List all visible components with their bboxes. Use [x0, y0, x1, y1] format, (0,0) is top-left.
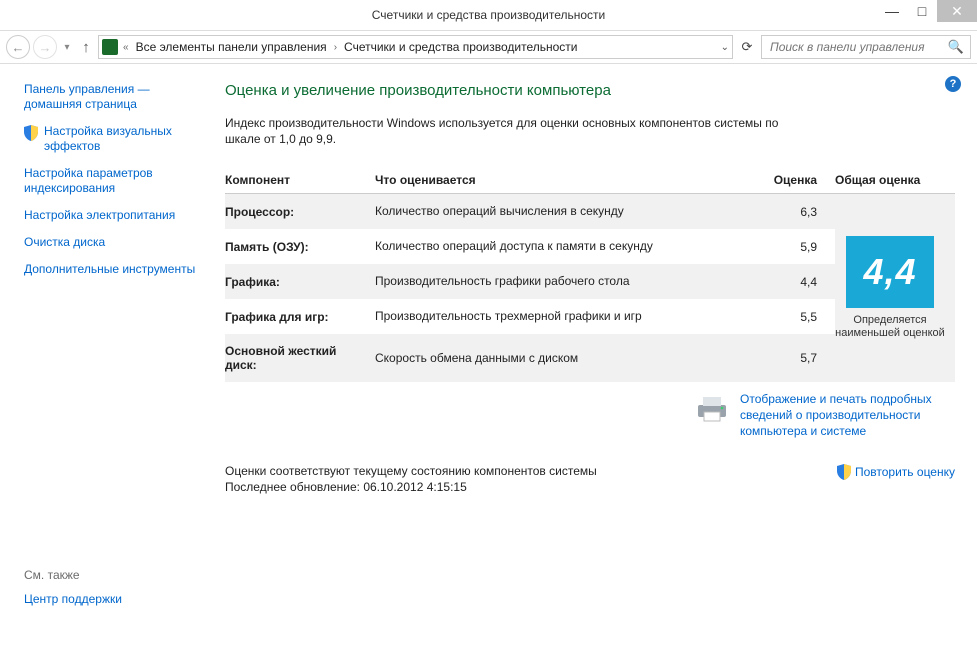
- search-input[interactable]: [768, 39, 948, 55]
- cell-description: Количество операций доступа к памяти в с…: [375, 229, 765, 264]
- address-dropdown[interactable]: ⌄: [721, 42, 729, 53]
- overall-score-value: 4,4: [846, 236, 934, 308]
- cell-score: 5,7: [765, 334, 835, 382]
- search-box[interactable]: 🔍: [761, 35, 971, 59]
- cell-score: 6,3: [765, 194, 835, 230]
- rerun-label: Повторить оценку: [855, 465, 955, 479]
- rerun-assessment[interactable]: Повторить оценку: [837, 463, 955, 480]
- window-title: Счетчики и средства производительности: [0, 8, 977, 22]
- overall-score-cell: 4,4 Определяется наименьшей оценкой: [835, 194, 955, 383]
- see-also-header: См. также: [24, 568, 197, 582]
- forward-button[interactable]: →: [33, 35, 57, 59]
- window-buttons: — □ ✕: [877, 0, 977, 22]
- printer-icon: [694, 395, 730, 423]
- close-button[interactable]: ✕: [937, 0, 977, 22]
- see-also-support-center[interactable]: Центр поддержки: [24, 592, 197, 607]
- status-row: Оценки соответствуют текущему состоянию …: [225, 463, 955, 495]
- breadcrumb-all-items[interactable]: Все элементы панели управления: [134, 40, 329, 54]
- th-component: Компонент: [225, 167, 375, 194]
- th-score: Оценка: [765, 167, 835, 194]
- overall-score-caption: Определяется наименьшей оценкой: [835, 314, 945, 342]
- status-line2: Последнее обновление: 06.10.2012 4:15:15: [225, 479, 817, 495]
- sidebar-home-line2: домашняя страница: [24, 97, 137, 111]
- help-icon[interactable]: ?: [945, 76, 961, 92]
- back-button[interactable]: ←: [6, 35, 30, 59]
- sidebar-item-additional-tools[interactable]: Дополнительные инструменты: [24, 262, 197, 277]
- cell-description: Производительность графики рабочего стол…: [375, 264, 765, 299]
- main-content: ? Оценка и увеличение производительности…: [205, 64, 977, 647]
- status-line1: Оценки соответствуют текущему состоянию …: [225, 463, 817, 479]
- page-title: Оценка и увеличение производительности к…: [225, 82, 955, 99]
- refresh-button[interactable]: ⟳: [736, 39, 758, 55]
- search-icon[interactable]: 🔍: [948, 39, 964, 55]
- minimize-button[interactable]: —: [877, 0, 907, 22]
- th-overall: Общая оценка: [835, 167, 955, 194]
- toolbar: ← → ▾ ↑ « Все элементы панели управления…: [0, 30, 977, 64]
- cell-component: Основной жесткий диск:: [225, 334, 375, 382]
- intro-text: Индекс производительности Windows исполь…: [225, 115, 815, 147]
- see-also-section: См. также Центр поддержки: [24, 568, 197, 637]
- shield-icon: [24, 125, 38, 141]
- print-details-row: Отображение и печать подробных сведений …: [225, 392, 955, 439]
- address-bar[interactable]: « Все элементы панели управления › Счетч…: [98, 35, 733, 59]
- sidebar-item-visual-effects[interactable]: Настройка визуальных эффектов: [44, 124, 197, 154]
- cell-component: Графика для игр:: [225, 299, 375, 334]
- control-panel-icon: [102, 39, 118, 55]
- history-dropdown[interactable]: ▾: [60, 42, 74, 53]
- cell-description: Количество операций вычисления в секунду: [375, 194, 765, 230]
- cell-score: 5,5: [765, 299, 835, 334]
- sidebar-home[interactable]: Панель управления — домашняя страница: [24, 82, 197, 112]
- cell-score: 5,9: [765, 229, 835, 264]
- score-table: Компонент Что оценивается Оценка Общая о…: [225, 167, 955, 382]
- th-what: Что оценивается: [375, 167, 765, 194]
- sidebar-home-line1: Панель управления —: [24, 82, 150, 96]
- cell-description: Производительность трехмерной графики и …: [375, 299, 765, 334]
- sidebar-item-disk-cleanup[interactable]: Очистка диска: [24, 235, 197, 250]
- cell-component: Память (ОЗУ):: [225, 229, 375, 264]
- sidebar: Панель управления — домашняя страница На…: [0, 64, 205, 647]
- up-button[interactable]: ↑: [77, 39, 95, 56]
- cell-description: Скорость обмена данными с диском: [375, 334, 765, 382]
- shield-icon: [837, 464, 851, 480]
- chevron-right-icon: ›: [332, 42, 339, 53]
- chevron-icon: «: [121, 42, 131, 53]
- cell-component: Графика:: [225, 264, 375, 299]
- title-bar: Счетчики и средства производительности —…: [0, 0, 977, 30]
- breadcrumb-current[interactable]: Счетчики и средства производительности: [342, 40, 579, 54]
- sidebar-item-indexing[interactable]: Настройка параметров индексирования: [24, 166, 197, 196]
- sidebar-item-power[interactable]: Настройка электропитания: [24, 208, 197, 223]
- print-details-link[interactable]: Отображение и печать подробных сведений …: [740, 392, 955, 439]
- cell-score: 4,4: [765, 264, 835, 299]
- table-row: Процессор:Количество операций вычисления…: [225, 194, 955, 230]
- maximize-button[interactable]: □: [907, 0, 937, 22]
- cell-component: Процессор:: [225, 194, 375, 230]
